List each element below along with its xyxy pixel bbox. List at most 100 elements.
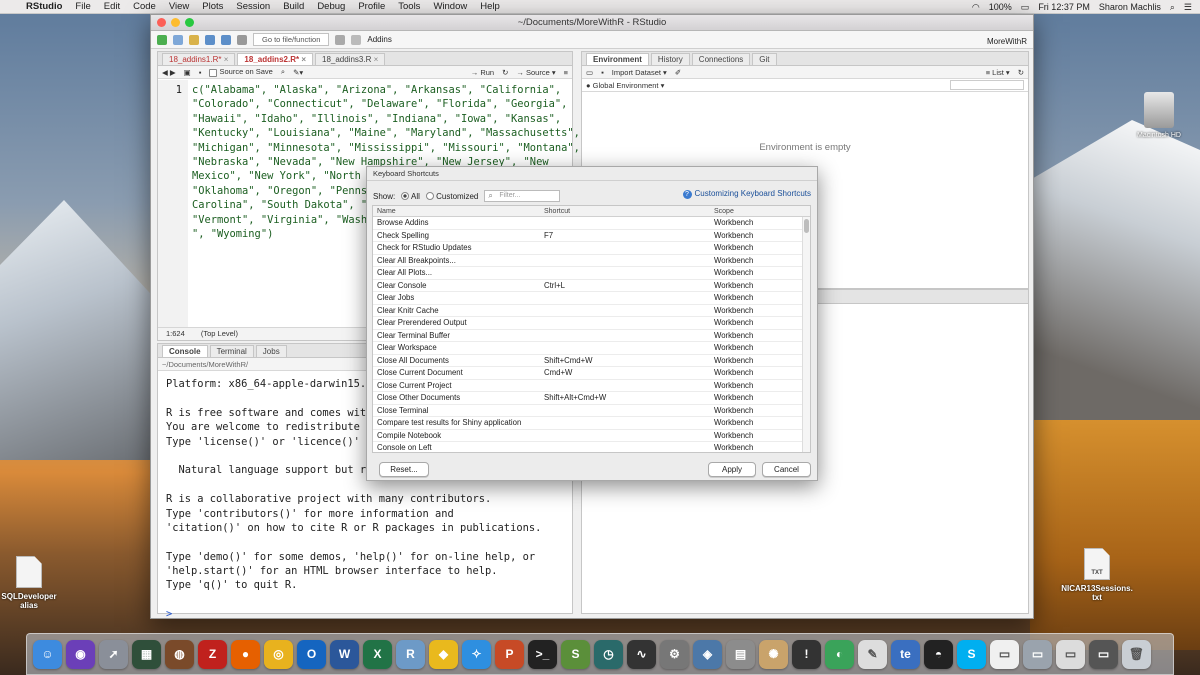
table-row[interactable]: Clear All Breakpoints... Workbench [373, 255, 810, 267]
window-titlebar[interactable]: ~/Documents/MoreWithR - RStudio [151, 15, 1033, 31]
project-menu[interactable]: MoreWithR [987, 33, 1027, 51]
menu-app-name[interactable]: RStudio [26, 1, 62, 12]
filezilla-icon[interactable]: Z [198, 639, 227, 669]
menu-session[interactable]: Session [236, 1, 270, 12]
env-tab-history[interactable]: History [650, 53, 690, 65]
source-on-save-checkbox[interactable]: Source on Save [209, 67, 273, 77]
preview-icon[interactable]: ✎ [858, 639, 887, 669]
save-all-icon[interactable] [221, 34, 231, 45]
menu-build[interactable]: Build [283, 1, 304, 12]
env-tab-environment[interactable]: Environment [586, 53, 649, 65]
launchpad-icon[interactable]: ➚ [99, 639, 128, 669]
app-te-icon[interactable]: te [891, 639, 920, 669]
zoom-window-icon[interactable] [185, 18, 194, 27]
workspace-panes-icon[interactable] [351, 34, 362, 45]
battery-percent[interactable]: 100% [989, 2, 1012, 12]
trash-icon[interactable]: 🗑 [1122, 639, 1151, 669]
column-scope[interactable]: Scope [710, 206, 800, 216]
wifi-icon[interactable]: ◠ [972, 2, 980, 13]
table-row[interactable]: Compare test results for Shiny applicati… [373, 417, 810, 430]
source-button[interactable]: → Source ▾ [516, 68, 555, 77]
git-icon[interactable] [335, 34, 346, 45]
siri-icon[interactable]: ◉ [66, 639, 95, 669]
load-workspace-icon[interactable]: ▭ [586, 68, 593, 77]
menu-file[interactable]: File [75, 1, 90, 12]
terminal-icon[interactable]: >_ [528, 639, 557, 669]
broom-icon[interactable]: ✐ [675, 68, 681, 77]
menu-code[interactable]: Code [133, 1, 156, 12]
app-blue-icon[interactable]: ◈ [693, 639, 722, 669]
menubar-user[interactable]: Sharon Machlis [1099, 2, 1161, 12]
filter-input[interactable]: Filter... [484, 190, 561, 202]
close-tab-icon[interactable]: × [299, 55, 306, 64]
environment-search-input[interactable] [950, 80, 1024, 90]
save-workspace-icon[interactable]: ▪ [601, 68, 604, 77]
skype-icon[interactable]: S [957, 639, 986, 669]
table-row[interactable]: Close Current Document Cmd+W Workbench [373, 367, 810, 380]
save-icon[interactable] [205, 34, 215, 45]
desktop-drive[interactable]: Macintosh HD [1132, 92, 1186, 139]
desktop-sqldeveloper[interactable]: SQLDeveloper alias [0, 556, 58, 610]
apply-button[interactable]: Apply [708, 462, 756, 477]
app-tan-icon[interactable]: ✺ [759, 639, 788, 669]
app-brown-icon[interactable]: ◍ [165, 639, 194, 669]
menu-edit[interactable]: Edit [104, 1, 120, 12]
menu-debug[interactable]: Debug [317, 1, 345, 12]
env-tab-git[interactable]: Git [752, 53, 777, 65]
table-row[interactable]: Clear All Plots... Workbench [373, 267, 810, 280]
menu-tools[interactable]: Tools [398, 1, 420, 12]
close-window-icon[interactable] [157, 18, 166, 27]
addins-menu[interactable]: Addins [367, 35, 391, 44]
safari-icon[interactable]: ✧ [462, 639, 491, 669]
word-icon[interactable]: W [330, 639, 359, 669]
battery-icon[interactable]: ▭ [1021, 2, 1030, 13]
list-view-toggle[interactable]: ≡ List ▾ [986, 68, 1010, 77]
table-row[interactable]: Console on Left Workbench [373, 442, 810, 452]
app-s-icon[interactable]: S [561, 639, 590, 669]
scope-indicator[interactable]: (Top Level) [201, 329, 238, 338]
finder-icon[interactable]: ☺ [33, 639, 62, 669]
app-dark-icon[interactable]: ◓ [924, 639, 953, 669]
notification-center-icon[interactable]: ☰ [1184, 2, 1192, 13]
refresh-icon[interactable]: ↻ [1018, 68, 1024, 77]
activity-monitor-icon[interactable]: ∿ [627, 639, 656, 669]
goto-file-input[interactable]: Go to file/function [253, 33, 330, 46]
close-tab-icon[interactable]: × [221, 55, 229, 64]
table-row[interactable]: Close All Documents Shift+Cmd+W Workbench [373, 355, 810, 367]
document-icon[interactable]: ▭ [990, 639, 1019, 669]
console-tab-jobs[interactable]: Jobs [255, 345, 287, 357]
powerpoint-icon[interactable]: P [495, 639, 524, 669]
rstudio-icon[interactable]: R [396, 639, 425, 669]
print-icon[interactable] [237, 34, 247, 45]
save-file-icon[interactable]: ▪ [199, 68, 202, 77]
close-tab-icon[interactable]: × [371, 55, 379, 64]
open-file-icon[interactable] [189, 34, 199, 45]
show-customized-radio[interactable]: Customized [425, 192, 478, 201]
import-dataset-button[interactable]: Import Dataset ▾ [612, 68, 667, 77]
spotlight-icon[interactable]: ⌕ [1170, 2, 1175, 13]
table-row[interactable]: Clear Prerendered Output Workbench [373, 317, 810, 330]
show-in-window-icon[interactable]: ▣ [184, 68, 191, 77]
table-row[interactable]: Check Spelling F7 Workbench [373, 230, 810, 242]
table-row[interactable]: Compile Notebook Workbench [373, 430, 810, 442]
cancel-button[interactable]: Cancel [762, 462, 811, 477]
excel-icon[interactable]: X [363, 639, 392, 669]
time-machine-icon[interactable]: ◷ [594, 639, 623, 669]
console-tab-terminal[interactable]: Terminal [209, 345, 254, 357]
table-row[interactable]: Clear Knitr Cache Workbench [373, 305, 810, 317]
new-file-icon[interactable] [157, 34, 167, 45]
show-all-radio[interactable]: All [401, 192, 420, 201]
customizing-shortcuts-link[interactable]: ? Customizing Keyboard Shortcuts [682, 189, 811, 199]
table-row[interactable]: Clear Console Ctrl+L Workbench [373, 280, 810, 292]
table-row[interactable]: Close Current Project Workbench [373, 380, 810, 392]
table-row[interactable]: Browse Addins Workbench [373, 217, 810, 230]
menu-help[interactable]: Help [480, 1, 500, 12]
editor-tab[interactable]: 18_addins1.R* × [162, 53, 236, 65]
firefox-icon[interactable]: ● [231, 639, 260, 669]
console-app-icon[interactable]: ! [792, 639, 821, 669]
menu-window[interactable]: Window [433, 1, 467, 12]
rerun-icon[interactable]: ↻ [502, 68, 508, 77]
run-button[interactable]: → Run [471, 68, 494, 77]
app-window-2-icon[interactable]: ▭ [1056, 639, 1085, 669]
code-tools-icon[interactable]: ✎▾ [293, 68, 303, 77]
